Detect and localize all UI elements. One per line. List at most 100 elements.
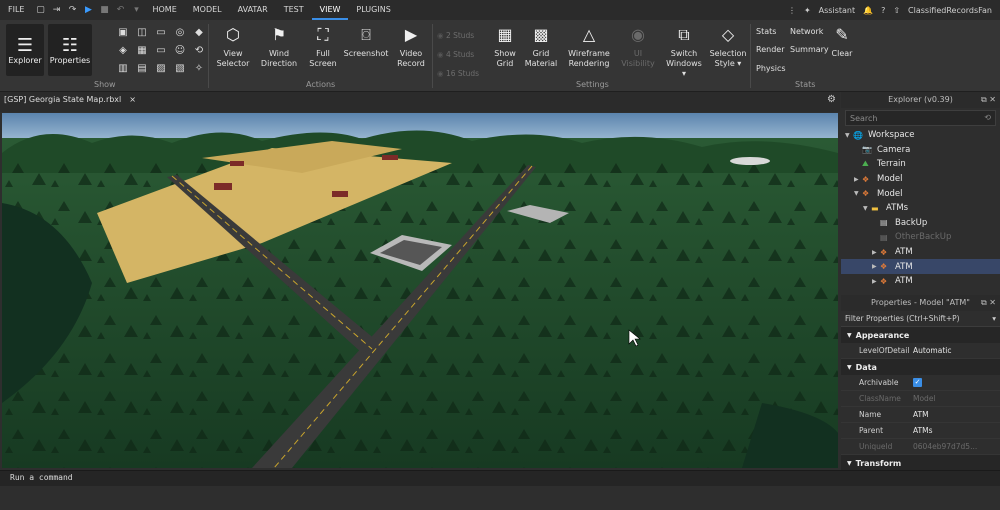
chevron-down-icon[interactable]: ▼ — [863, 205, 871, 212]
tree-item[interactable]: ▶ ❖ ATM — [841, 274, 1000, 289]
game-explorer-icon[interactable]: ▦ — [135, 44, 149, 57]
tree-item[interactable]: ▶ ❖ Model — [841, 172, 1000, 187]
script-analysis-icon[interactable]: ◎ — [173, 26, 187, 39]
properties-button[interactable]: ☷ Properties — [48, 24, 92, 76]
studs-options: 2 Studs 4 Studs 16 Studs — [437, 26, 479, 83]
property-value[interactable]: ATMs — [913, 426, 933, 435]
switch-windows-button[interactable]: ⧉ Switch Windows ▾ — [664, 24, 704, 79]
history-icon[interactable]: ⟲ — [984, 113, 991, 122]
screenshot-button[interactable]: ⌼ Screenshot — [344, 24, 389, 59]
history-icon[interactable]: ⟲ — [192, 44, 206, 57]
full-screen-button[interactable]: ⛶ Full Screen — [308, 24, 338, 69]
stop-icon[interactable]: ■ — [96, 0, 112, 20]
tree-item[interactable]: ▼ 🌐 Workspace — [841, 128, 1000, 143]
tree-item[interactable]: ▼ ▬ ATMs — [841, 201, 1000, 216]
render-button[interactable]: Render — [756, 45, 784, 54]
command-icon[interactable]: ▭ — [154, 44, 168, 57]
tree-item[interactable]: ▤ OtherBackUp — [841, 230, 1000, 245]
chevron-down-icon[interactable]: ▼ — [847, 332, 852, 339]
physics-button[interactable]: Physics — [756, 64, 786, 73]
close-tab-icon[interactable]: × — [129, 95, 136, 104]
show-grid-button[interactable]: ▦ Show Grid — [490, 24, 520, 69]
summary-button[interactable]: Summary — [790, 45, 829, 54]
stats-button[interactable]: Stats — [756, 27, 776, 36]
panel-controls[interactable]: ⧉ ✕ — [981, 295, 996, 311]
tab-home[interactable]: HOME — [144, 0, 184, 20]
property-section-label: Data — [855, 362, 877, 372]
explorer-search-input[interactable]: Search ⟲ — [845, 110, 996, 126]
tab-model[interactable]: MODEL — [185, 0, 230, 20]
toolbox-icon[interactable]: ▣ — [116, 26, 130, 39]
share-icon[interactable]: ⇧ — [893, 6, 900, 15]
3d-viewport[interactable] — [2, 113, 838, 468]
switch-windows-label-2: Windows ▾ — [666, 59, 702, 78]
terrain-editor-icon[interactable]: ◈ — [116, 44, 130, 57]
asset-manager-icon[interactable]: ◫ — [135, 26, 149, 39]
tree-item[interactable]: ▼ ❖ Model — [841, 186, 1000, 201]
chevron-down-icon[interactable]: ▼ — [854, 190, 862, 197]
tab-avatar[interactable]: AVATAR — [230, 0, 276, 20]
script-perf-icon[interactable]: ▨ — [154, 62, 168, 75]
panel-controls[interactable]: ⧉ ✕ — [981, 92, 996, 108]
new-file-icon[interactable]: ▢ — [32, 0, 48, 20]
studs-2-option[interactable]: 2 Studs — [437, 26, 479, 45]
chevron-down-icon[interactable]: ▼ — [845, 132, 853, 139]
tree-item-label: ATMs — [886, 203, 909, 214]
document-tab[interactable]: [GSP] Georgia State Map.rbxl × — [4, 95, 136, 104]
undo-icon[interactable]: ↶ — [112, 0, 128, 20]
property-section[interactable]: ▼ Transform — [841, 455, 1000, 470]
ui-visibility-button[interactable]: ◉ UI Visibility — [616, 24, 660, 69]
find-results-icon[interactable]: ▧ — [173, 62, 187, 75]
property-value[interactable]: Automatic — [913, 346, 951, 355]
command-bar-input[interactable]: Run a command — [0, 470, 1000, 486]
tab-plugins[interactable]: PLUGINS — [348, 0, 398, 20]
chevron-down-icon[interactable]: ▼ — [847, 364, 852, 371]
settings-dots-icon[interactable]: ⋮ — [788, 6, 796, 15]
chevron-right-icon[interactable]: ▶ — [854, 176, 862, 183]
view-selector-button[interactable]: ⬡ View Selector — [216, 24, 250, 69]
tree-item[interactable]: ▶ ❖ ATM — [841, 259, 1000, 274]
video-record-button[interactable]: ▶ Video Record — [394, 24, 428, 69]
tag-icon[interactable]: ◆ — [192, 26, 206, 39]
dropdown-icon[interactable]: ▾ — [128, 0, 144, 20]
chevron-right-icon[interactable]: ▶ — [872, 249, 880, 256]
assistant-button[interactable]: Assistant — [819, 6, 855, 15]
bell-icon[interactable]: 🔔 — [863, 6, 873, 15]
grid-material-button[interactable]: ▩ Grid Material — [524, 24, 558, 69]
team-create-icon[interactable]: ☺ — [173, 44, 187, 57]
redo-icon[interactable]: ↷ — [64, 0, 80, 20]
magic-icon[interactable]: ✧ — [192, 62, 206, 75]
file-menu[interactable]: FILE — [0, 0, 32, 20]
network-button[interactable]: Network — [790, 27, 823, 36]
property-value[interactable]: ATM — [913, 410, 929, 419]
wind-direction-button[interactable]: ⚑ Wind Direction — [260, 24, 298, 69]
viewport-settings-icon[interactable]: ⚙ — [827, 94, 836, 105]
output-icon[interactable]: ▭ — [154, 26, 168, 39]
help-icon[interactable]: ? — [881, 6, 885, 15]
chevron-right-icon[interactable]: ▶ — [872, 278, 880, 285]
tab-test[interactable]: TEST — [276, 0, 312, 20]
filter-properties-input[interactable]: Filter Properties (Ctrl+Shift+P) ▾ — [841, 311, 1000, 327]
tree-item[interactable]: ⛰ Terrain — [841, 157, 1000, 172]
tree-item[interactable]: ▶ ❖ ATM — [841, 245, 1000, 260]
archivable-checkbox[interactable]: ✓ — [913, 378, 922, 387]
studs-16-option[interactable]: 16 Studs — [437, 64, 479, 83]
property-section[interactable]: ▼ Data — [841, 359, 1000, 375]
tutorial-icon[interactable]: ▥ — [116, 62, 130, 75]
property-section[interactable]: ▼ Appearance — [841, 327, 1000, 343]
tree-item[interactable]: 📷 Camera — [841, 143, 1000, 158]
tab-view[interactable]: VIEW — [311, 0, 349, 20]
chevron-down-icon[interactable]: ▼ — [847, 460, 852, 467]
clear-stats-button[interactable]: ✎ Clear — [828, 24, 856, 59]
play-icon[interactable]: ▶ — [80, 0, 96, 20]
studs-4-option[interactable]: 4 Studs — [437, 45, 479, 64]
playtest-icon[interactable]: ▤ — [135, 62, 149, 75]
tree-item[interactable]: ▤ BackUp — [841, 216, 1000, 231]
chevron-down-icon[interactable]: ▾ — [992, 314, 996, 323]
selection-style-button[interactable]: ◇ Selection Style ▾ — [708, 24, 748, 69]
chevron-right-icon[interactable]: ▶ — [872, 263, 880, 270]
explorer-button[interactable]: ☰ Explorer — [6, 24, 44, 76]
username[interactable]: ClassifiedRecordsFan — [908, 6, 992, 15]
open-file-icon[interactable]: ⇥ — [48, 0, 64, 20]
wireframe-button[interactable]: △ Wireframe Rendering — [566, 24, 612, 69]
